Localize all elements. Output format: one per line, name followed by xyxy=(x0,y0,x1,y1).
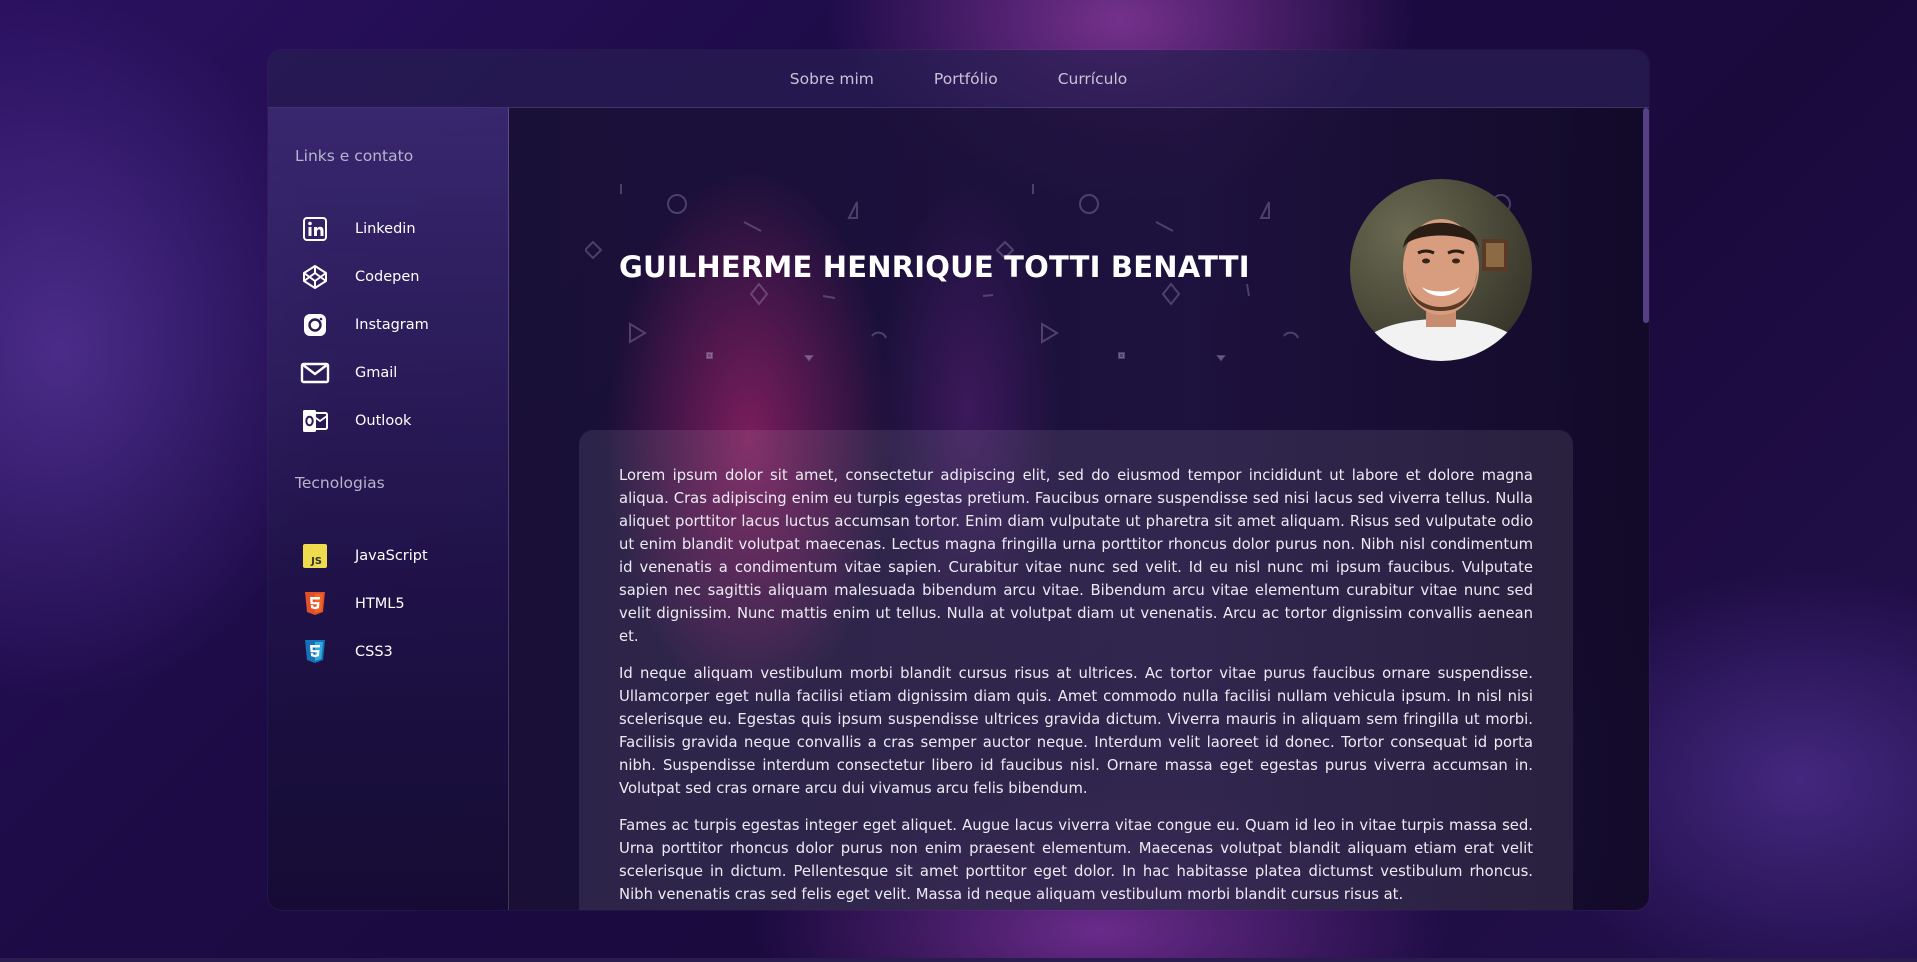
main-content: GUILHERME HENRIQUE TOTTI BENATTI Lorem i… xyxy=(509,108,1649,910)
avatar xyxy=(1350,179,1532,361)
about-card: Lorem ipsum dolor sit amet, consectetur … xyxy=(579,430,1573,910)
instagram-icon xyxy=(300,310,330,340)
about-paragraph: Fames ac turpis egestas integer eget ali… xyxy=(619,817,1533,903)
codepen-icon xyxy=(300,262,330,292)
tech-heading: Tecnologias xyxy=(295,474,385,492)
sidebar-item-label: Instagram xyxy=(355,317,429,333)
sidebar-item-label: Linkedin xyxy=(355,221,416,237)
sidebar-item-html5[interactable]: HTML5 xyxy=(300,589,490,619)
bottom-strip xyxy=(0,958,1917,962)
sidebar-item-label: Outlook xyxy=(355,413,412,429)
sidebar-item-outlook[interactable]: Outlook xyxy=(300,406,490,436)
links-heading: Links e contato xyxy=(295,147,414,165)
gmail-icon xyxy=(300,358,330,388)
sidebar-item-label: CSS3 xyxy=(355,644,393,660)
scrollbar[interactable] xyxy=(1643,108,1649,323)
about-paragraph: Id neque aliquam vestibulum morbi blandi… xyxy=(619,665,1533,797)
sidebar-item-label: HTML5 xyxy=(355,596,405,612)
sidebar-item-codepen[interactable]: Codepen xyxy=(300,262,490,292)
nav-portfolio[interactable]: Portfólio xyxy=(934,70,998,88)
sidebar-item-label: Codepen xyxy=(355,269,420,285)
about-paragraph: Lorem ipsum dolor sit amet, consectetur … xyxy=(619,467,1533,645)
sidebar-item-label: JavaScript xyxy=(355,548,428,564)
linkedin-icon xyxy=(300,214,330,244)
profile-name: GUILHERME HENRIQUE TOTTI BENATTI xyxy=(619,250,1250,284)
sidebar-item-css3[interactable]: CSS3 xyxy=(300,637,490,667)
sidebar-item-label: Gmail xyxy=(355,365,398,381)
javascript-icon: JS xyxy=(300,541,330,571)
css3-icon xyxy=(300,637,330,667)
top-navigation: Sobre mim Portfólio Currículo xyxy=(268,50,1649,108)
sidebar-item-javascript[interactable]: JS JavaScript xyxy=(300,541,490,571)
html5-icon xyxy=(300,589,330,619)
nav-curriculo[interactable]: Currículo xyxy=(1058,70,1128,88)
sidebar-item-gmail[interactable]: Gmail xyxy=(300,358,490,388)
sidebar-item-instagram[interactable]: Instagram xyxy=(300,310,490,340)
svg-text:JS: JS xyxy=(310,556,322,567)
portfolio-window: Sobre mim Portfólio Currículo Links e co… xyxy=(268,50,1649,910)
outlook-icon xyxy=(300,406,330,436)
sidebar: Links e contato Linkedin Codepen Instagr… xyxy=(268,108,509,910)
nav-sobre-mim[interactable]: Sobre mim xyxy=(790,70,874,88)
sidebar-item-linkedin[interactable]: Linkedin xyxy=(300,214,490,244)
